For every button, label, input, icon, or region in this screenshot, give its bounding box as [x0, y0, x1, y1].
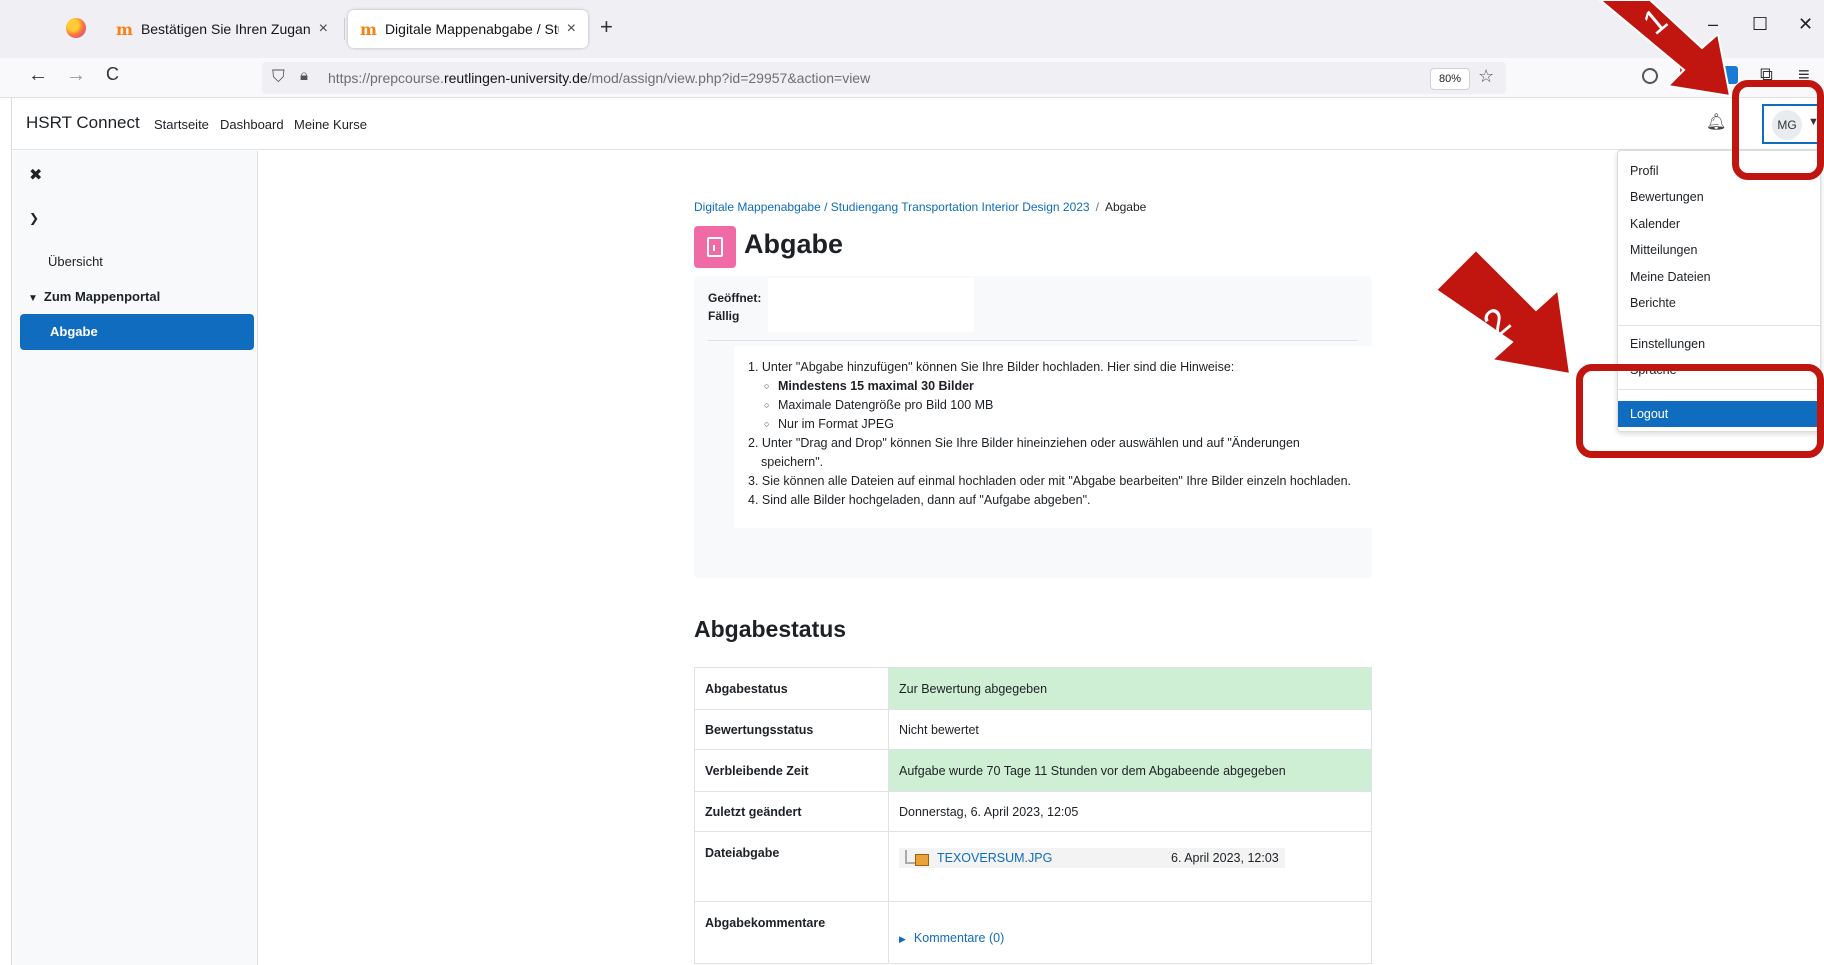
arrow-step-2: 2: [1436, 250, 1572, 376]
tab-divider: [344, 18, 345, 40]
menu-item-meine-dateien[interactable]: Meine Dateien: [1630, 270, 1711, 284]
page-title: Abgabe: [744, 229, 844, 259]
zoom-level-badge[interactable]: 80%: [1430, 68, 1470, 90]
file-date: 6. April 2023, 12:03: [1171, 851, 1279, 865]
table-row: Bewertungsstatus Nicht bewertet: [694, 709, 1372, 750]
firefox-icon[interactable]: [66, 18, 86, 38]
tab-title: Digitale Mappenabgabe / Studi: [384, 21, 559, 37]
browser-tab-bar: m Bestätigen Sie Ihren Zugang × m Digita…: [0, 0, 1824, 58]
grading-status-value: Nicht bewertet: [888, 709, 1372, 750]
brand-logo[interactable]: HSRT Connect: [26, 113, 140, 133]
dates-area: [768, 278, 974, 332]
row-label: Abgabestatus: [694, 667, 889, 710]
breadcrumb-current: Abgabe: [1104, 200, 1147, 214]
row-label: Verbleibende Zeit: [694, 749, 889, 792]
instruction-2: 2. Unter "Drag and Drop" können Sie Ihre…: [748, 436, 1300, 450]
row-label: Zuletzt geändert: [694, 791, 889, 832]
row-label: Dateiabgabe: [694, 831, 889, 902]
highlight-box-avatar: [1732, 80, 1824, 180]
nav-meine-kurse[interactable]: Meine Kurse: [294, 117, 367, 132]
table-row: Zuletzt geändert Donnerstag, 6. April 20…: [694, 791, 1372, 832]
comments-link[interactable]: Kommentare (0): [914, 931, 1004, 945]
moodle-favicon-icon: m: [360, 19, 377, 39]
file-submission-cell: TEXOVERSUM.JPG 6. April 2023, 12:03: [888, 831, 1372, 902]
table-row: Abgabekommentare ▶ Kommentare (0): [694, 901, 1372, 964]
caret-right-icon[interactable]: ▶: [899, 934, 906, 944]
file-entry: TEXOVERSUM.JPG 6. April 2023, 12:03: [899, 848, 1285, 868]
breadcrumb-course-link[interactable]: Digitale Mappenabgabe / Studiengang Tran…: [694, 200, 1090, 214]
breadcrumb: Digitale Mappenabgabe / Studiengang Tran…: [694, 200, 1146, 214]
instruction-1a: Mindestens 15 maximal 30 Bilder: [748, 377, 1351, 396]
instruction-2-cont: speichern".: [761, 455, 824, 469]
tab-title: Bestätigen Sie Ihren Zugang: [140, 21, 311, 37]
submission-status-table: Abgabestatus Zur Bewertung abgegeben Bew…: [694, 667, 1372, 964]
activity-info-box: Geöffnet: Fällig 1. Unter "Abgabe hinzuf…: [694, 276, 1384, 578]
sidebar-item-zum-mappenportal[interactable]: ▼ Zum Mappenportal: [28, 289, 160, 304]
divider: [708, 340, 1358, 341]
close-window-button[interactable]: ✕: [1798, 14, 1813, 35]
browser-nav-bar: ← → C ⛉ 🔒︎ https://prepcourse.reutlingen…: [0, 58, 1824, 98]
nav-dashboard[interactable]: Dashboard: [220, 117, 284, 132]
maximize-button[interactable]: ☐: [1752, 14, 1768, 35]
tab-confirm-access[interactable]: m Bestätigen Sie Ihren Zugang ×: [104, 10, 340, 48]
nav-startseite[interactable]: Startseite: [154, 117, 209, 132]
course-index-drawer: ✖ ❯ Übersicht ▼ Zum Mappenportal Abgabe: [12, 151, 258, 965]
site-header: HSRT Connect Startseite Dashboard Meine …: [12, 98, 1824, 150]
comments-cell: ▶ Kommentare (0): [888, 901, 1372, 964]
menu-item-mitteilungen[interactable]: Mitteilungen: [1630, 243, 1697, 257]
lock-icon[interactable]: 🔒︎: [300, 67, 308, 84]
table-row: Dateiabgabe TEXOVERSUM.JPG 6. April 2023…: [694, 831, 1372, 902]
row-label: Abgabekommentare: [694, 901, 889, 964]
menu-item-einstellungen[interactable]: Einstellungen: [1630, 337, 1705, 351]
time-remaining-value: Aufgabe wurde 70 Tage 11 Stunden vor dem…: [888, 749, 1372, 792]
sidebar-item-uebersicht[interactable]: Übersicht: [48, 254, 103, 269]
reload-button[interactable]: C: [106, 64, 119, 85]
last-modified-value: Donnerstag, 6. April 2023, 12:05: [888, 791, 1372, 832]
instruction-1b: Maximale Datengröße pro Bild 100 MB: [748, 396, 1351, 415]
highlight-box-logout: [1576, 364, 1824, 458]
forward-button[interactable]: →: [66, 64, 86, 87]
sidebar-item-label: Zum Mappenportal: [43, 289, 161, 304]
instruction-1: 1. Unter "Abgabe hinzufügen" können Sie …: [748, 360, 1235, 374]
menu-item-kalender[interactable]: Kalender: [1630, 217, 1680, 231]
assignment-icon: [694, 226, 736, 268]
moodle-favicon-icon: m: [116, 19, 133, 39]
menu-item-bewertungen[interactable]: Bewertungen: [1630, 190, 1704, 204]
breadcrumb-separator: /: [1095, 200, 1099, 214]
file-link[interactable]: TEXOVERSUM.JPG: [937, 851, 1052, 865]
instruction-1c: Nur im Format JPEG: [748, 415, 1351, 434]
menu-divider: [1618, 325, 1820, 326]
collapse-chevron-icon[interactable]: ❯: [29, 211, 39, 225]
window-edge: [0, 98, 12, 965]
instructions: 1. Unter "Abgabe hinzufügen" können Sie …: [734, 346, 1384, 528]
notification-bell-icon[interactable]: 🔔︎: [1706, 112, 1726, 132]
table-row: Abgabestatus Zur Bewertung abgegeben: [694, 667, 1372, 710]
new-tab-button[interactable]: +: [600, 14, 613, 40]
back-button[interactable]: ←: [28, 64, 48, 87]
menu-item-berichte[interactable]: Berichte: [1630, 296, 1676, 310]
bookmark-star-icon[interactable]: ☆: [1478, 66, 1494, 87]
url-bar[interactable]: ⛉ 🔒︎ https://prepcourse.reutlingen-unive…: [262, 62, 1506, 94]
table-row: Verbleibende Zeit Aufgabe wurde 70 Tage …: [694, 749, 1372, 792]
sidebar-item-abgabe[interactable]: Abgabe: [20, 314, 254, 350]
url-text[interactable]: https://prepcourse.reutlingen-university…: [328, 70, 870, 86]
instruction-3: 3. Sie können alle Dateien auf einmal ho…: [748, 474, 1352, 488]
due-label: Fällig: [708, 309, 740, 323]
tab-close-icon[interactable]: ×: [319, 20, 328, 38]
image-file-icon: [905, 850, 929, 866]
instruction-4: 4. Sind alle Bilder hochgeladen, dann au…: [748, 493, 1091, 507]
close-drawer-icon[interactable]: ✖: [29, 165, 42, 185]
opened-label: Geöffnet:: [708, 291, 762, 305]
status-value: Zur Bewertung abgegeben: [888, 667, 1372, 710]
chevron-down-icon: ▼: [28, 293, 38, 304]
submission-status-heading: Abgabestatus: [694, 616, 847, 642]
tab-close-icon[interactable]: ×: [567, 20, 576, 38]
row-label: Bewertungsstatus: [694, 709, 889, 750]
arrow-step-1: 1: [1598, 0, 1732, 98]
menu-item-profil[interactable]: Profil: [1630, 164, 1658, 178]
shield-icon[interactable]: ⛉: [272, 67, 285, 87]
tab-digitale-mappenabgabe[interactable]: m Digitale Mappenabgabe / Studi ×: [348, 10, 588, 48]
